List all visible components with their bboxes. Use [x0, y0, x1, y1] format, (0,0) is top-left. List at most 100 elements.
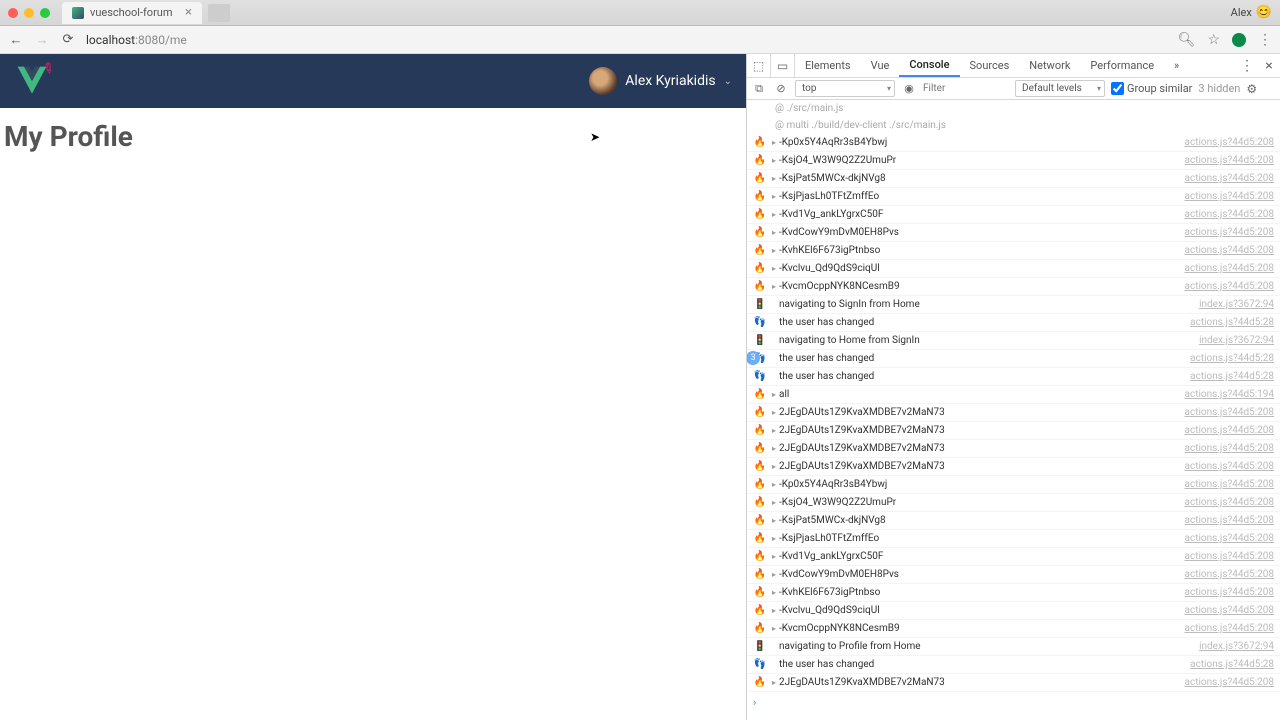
expand-icon[interactable]: ▸ [769, 458, 779, 475]
console-row[interactable]: 🔥▸-KsjPjasLh0TFtZmffEoactions.js?44d5:20… [747, 188, 1280, 206]
minimize-window-button[interactable] [24, 8, 34, 18]
expand-icon[interactable]: ▸ [769, 512, 779, 529]
console-row[interactable]: 🚦navigating to SignIn from Homeindex.js?… [747, 296, 1280, 314]
log-source-link[interactable]: actions.js?44d5:208 [1185, 548, 1274, 565]
console-row[interactable]: 🔥▸-Kp0x5Y4AqRr3sB4Ybwjactions.js?44d5:20… [747, 476, 1280, 494]
log-source-link[interactable]: actions.js?44d5:208 [1185, 206, 1274, 223]
expand-icon[interactable]: ▸ [769, 242, 779, 259]
log-source-link[interactable]: actions.js?44d5:208 [1185, 566, 1274, 583]
live-expression-icon[interactable]: ◉ [901, 82, 917, 95]
expand-icon[interactable]: ▸ [769, 260, 779, 277]
expand-icon[interactable]: ▸ [769, 494, 779, 511]
log-source-link[interactable]: actions.js?44d5:28 [1190, 656, 1274, 673]
search-icon[interactable]: 🔍︎ [1178, 32, 1196, 48]
console-row[interactable]: 🚦navigating to Home from SignInindex.js?… [747, 332, 1280, 350]
close-window-button[interactable] [8, 8, 18, 18]
log-source-link[interactable]: actions.js?44d5:208 [1185, 530, 1274, 547]
expand-icon[interactable]: ▸ [769, 224, 779, 241]
extension-icon[interactable] [1232, 33, 1246, 47]
log-source-link[interactable]: index.js?3672:94 [1199, 332, 1274, 349]
devtools-menu-icon[interactable]: ⋮ [1236, 58, 1258, 74]
expand-icon[interactable]: ▸ [769, 548, 779, 565]
console-log[interactable]: @ ./src/main.js @ multi ./build/dev-clie… [747, 100, 1280, 720]
console-row[interactable]: 🚦navigating to Profile from Homeindex.js… [747, 638, 1280, 656]
inspect-element-icon[interactable]: ⬚ [747, 54, 771, 78]
log-source-link[interactable]: actions.js?44d5:208 [1185, 260, 1274, 277]
expand-icon[interactable]: ▸ [769, 386, 779, 403]
console-row[interactable]: 🔥▸2JEgDAUts1Z9KvaXMDBE7v2MaN73actions.js… [747, 404, 1280, 422]
group-similar-checkbox[interactable]: Group similar [1111, 82, 1192, 95]
console-row[interactable]: 🔥▸2JEgDAUts1Z9KvaXMDBE7v2MaN73actions.js… [747, 674, 1280, 692]
log-source-link[interactable]: actions.js?44d5:194 [1185, 386, 1274, 403]
console-row[interactable]: 🔥▸2JEgDAUts1Z9KvaXMDBE7v2MaN73actions.js… [747, 440, 1280, 458]
console-row[interactable]: 🔥▸-KvcmOcppNYK8NCesmB9actions.js?44d5:20… [747, 278, 1280, 296]
expand-icon[interactable]: ▸ [769, 440, 779, 457]
devtools-tab-vue[interactable]: Vue [861, 54, 900, 77]
expand-icon[interactable]: ▸ [769, 584, 779, 601]
new-tab-button[interactable] [208, 4, 230, 22]
expand-icon[interactable]: ▸ [769, 404, 779, 421]
console-sidebar-icon[interactable]: ⧉ [751, 82, 767, 96]
expand-icon[interactable]: ▸ [769, 278, 779, 295]
back-button[interactable]: ← [8, 32, 24, 48]
console-row[interactable]: 🔥▸-KsjPat5MWCx-dkjNVg8actions.js?44d5:20… [747, 512, 1280, 530]
devtools-more[interactable]: » [1164, 54, 1189, 77]
devtools-tab-performance[interactable]: Performance [1080, 54, 1164, 77]
console-prompt[interactable]: › [747, 692, 1280, 713]
context-selector[interactable]: top [795, 80, 895, 97]
console-row[interactable]: 🔥▸-KvdCowY9mDvM0EH8Pvsactions.js?44d5:20… [747, 224, 1280, 242]
console-row[interactable]: 🔥▸2JEgDAUts1Z9KvaXMDBE7v2MaN73actions.js… [747, 422, 1280, 440]
console-row[interactable]: 🔥▸-KvhKEl6F673igPtnbsoactions.js?44d5:20… [747, 242, 1280, 260]
console-row[interactable]: 🔥▸-Kp0x5Y4AqRr3sB4Ybwjactions.js?44d5:20… [747, 134, 1280, 152]
expand-icon[interactable]: ▸ [769, 674, 779, 691]
expand-icon[interactable]: ▸ [769, 134, 779, 151]
console-row[interactable]: 🔥▸-KsjO4_W3W9Q2Z2UmuPractions.js?44d5:20… [747, 152, 1280, 170]
filter-input[interactable] [923, 83, 1003, 95]
devtools-tab-network[interactable]: Network [1019, 54, 1080, 77]
console-row[interactable]: 🔥▸allactions.js?44d5:194 [747, 386, 1280, 404]
expand-icon[interactable]: ▸ [769, 422, 779, 439]
log-source-link[interactable]: actions.js?44d5:208 [1185, 134, 1274, 151]
log-source-link[interactable]: actions.js?44d5:208 [1185, 278, 1274, 295]
reload-button[interactable]: ⟳ [60, 32, 76, 48]
log-source-link[interactable]: actions.js?44d5:28 [1190, 368, 1274, 385]
log-source-link[interactable]: actions.js?44d5:208 [1185, 242, 1274, 259]
console-row[interactable]: 🔥▸-KvcmOcppNYK8NCesmB9actions.js?44d5:20… [747, 620, 1280, 638]
expand-icon[interactable]: ▸ [769, 152, 779, 169]
hidden-count[interactable]: 3 hidden [1198, 82, 1240, 95]
menu-icon[interactable]: ⋮ [1258, 32, 1272, 48]
console-row[interactable]: 🔥▸2JEgDAUts1Z9KvaXMDBE7v2MaN73actions.js… [747, 458, 1280, 476]
console-row[interactable]: 🔥▸-KsjPjasLh0TFtZmffEoactions.js?44d5:20… [747, 530, 1280, 548]
console-row[interactable]: 👣the user has changedactions.js?44d5:28 [747, 656, 1280, 674]
console-row[interactable]: 🔥▸-KsjO4_W3W9Q2Z2UmuPractions.js?44d5:20… [747, 494, 1280, 512]
log-source-link[interactable]: actions.js?44d5:208 [1185, 440, 1274, 457]
forward-button[interactable]: → [34, 32, 50, 48]
browser-tab[interactable]: vueschool-forum × [62, 2, 202, 24]
log-source-link[interactable]: actions.js?44d5:208 [1185, 224, 1274, 241]
tab-close-button[interactable]: × [185, 5, 192, 20]
device-toolbar-icon[interactable]: ▭ [771, 54, 795, 78]
console-row[interactable]: 🔥▸-Kvclvu_Qd9QdS9ciqUlactions.js?44d5:20… [747, 602, 1280, 620]
log-source-link[interactable]: actions.js?44d5:208 [1185, 422, 1274, 439]
expand-icon[interactable]: ▸ [769, 530, 779, 547]
log-source-link[interactable]: actions.js?44d5:208 [1185, 458, 1274, 475]
user-menu[interactable]: Alex Kyriakidis ⌄ [589, 67, 732, 95]
expand-icon[interactable]: ▸ [769, 602, 779, 619]
console-settings-icon[interactable]: ⚙ [1246, 82, 1257, 96]
log-source-link[interactable]: actions.js?44d5:208 [1185, 512, 1274, 529]
log-source-link[interactable]: actions.js?44d5:208 [1185, 584, 1274, 601]
log-source-link[interactable]: actions.js?44d5:208 [1185, 476, 1274, 493]
log-source-link[interactable]: actions.js?44d5:208 [1185, 620, 1274, 637]
console-row[interactable]: 🔥▸-Kvclvu_Qd9QdS9ciqUlactions.js?44d5:20… [747, 260, 1280, 278]
devtools-tab-console[interactable]: Console [899, 54, 959, 77]
maximize-window-button[interactable] [40, 8, 50, 18]
log-source-link[interactable]: actions.js?44d5:208 [1185, 152, 1274, 169]
log-source-link[interactable]: actions.js?44d5:208 [1185, 674, 1274, 691]
console-row[interactable]: 🔥▸-KvdCowY9mDvM0EH8Pvsactions.js?44d5:20… [747, 566, 1280, 584]
console-row[interactable]: 🔥▸-Kvd1Vg_ankLYgrxC50Factions.js?44d5:20… [747, 206, 1280, 224]
address-bar[interactable]: localhost:8080/me [86, 33, 1168, 47]
console-row[interactable]: 👣the user has changedactions.js?44d5:28 [747, 368, 1280, 386]
clear-console-button[interactable]: ⊘ [773, 82, 789, 95]
log-source-link[interactable]: index.js?3672:94 [1199, 296, 1274, 313]
bookmark-icon[interactable]: ☆ [1207, 32, 1220, 48]
